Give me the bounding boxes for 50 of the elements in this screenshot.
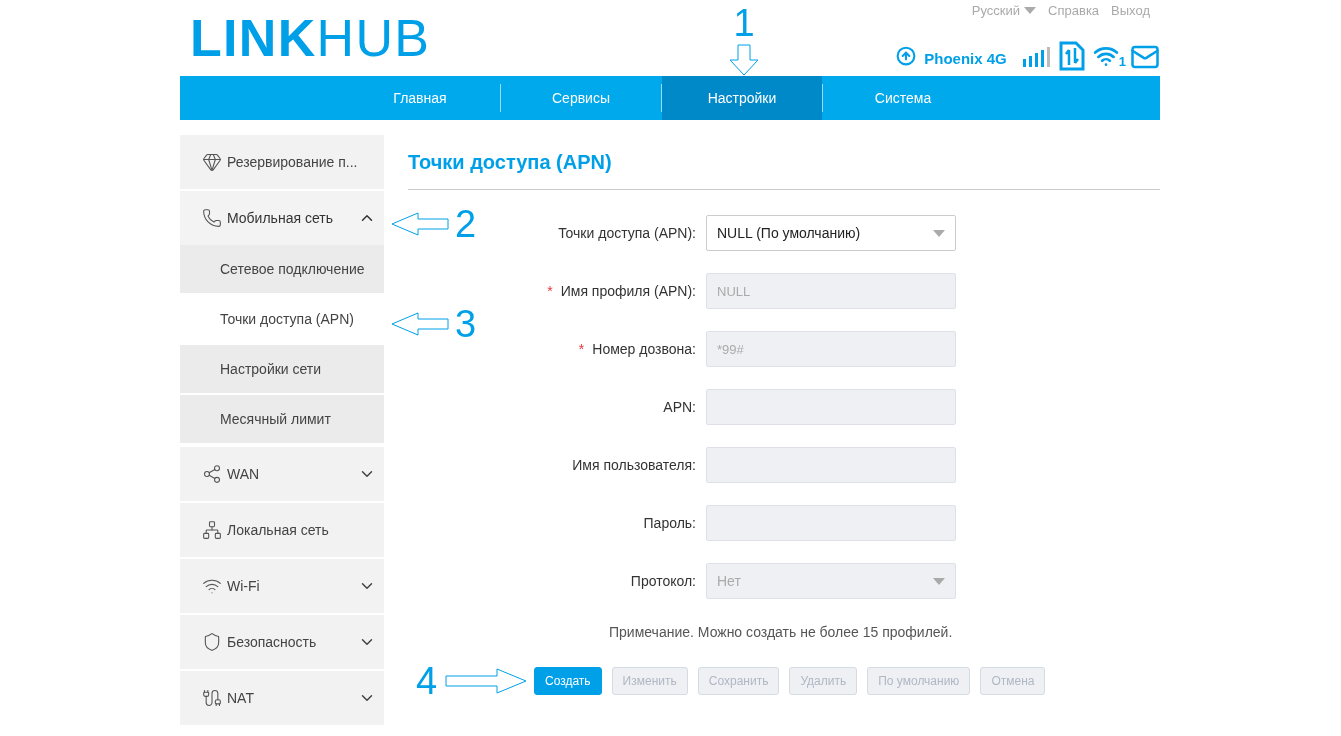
operator-name: Phoenix 4G [924,49,1007,69]
wifi-client-count: 1 [1118,53,1126,71]
sidebar-item[interactable]: Резервирование п... [180,135,384,189]
sidebar-item[interactable]: Локальная сеть [180,503,384,557]
field-label: Имя пользователя: [572,455,696,475]
caret-icon [933,229,945,237]
left-arrow [391,212,449,236]
annotation-number: 1 [733,4,755,42]
cable-icon [202,688,222,708]
field-label: Пароль: [643,513,696,533]
annotation-number: 4 [416,662,438,700]
sidebar-item[interactable]: Мобильная сеть [180,191,384,245]
caret-icon [1024,7,1037,15]
language-dropdown[interactable]: Русский [971,1,1037,21]
action-button[interactable]: Создать [534,667,602,695]
phone-icon [202,208,222,228]
sidebar-item[interactable]: NAT [180,671,384,725]
sidebar-subitem[interactable]: Настройки сети [180,345,384,393]
down-arrow [729,44,759,76]
sidebar-item[interactable]: WAN [180,447,384,501]
field-label: * Номер дозвона: [578,339,696,359]
left-arrow [391,312,449,336]
sidebar-item[interactable]: Безопасность [180,615,384,669]
sim-card-icon [1058,40,1085,71]
page-title: Точки доступа (APN) [408,135,1160,190]
note-text: Примечание. Можно создать не более 15 профилей. [609,623,954,642]
nav-tab[interactable]: Сервисы [501,76,661,120]
nav-tab[interactable]: Система [823,76,983,120]
gem-icon [202,152,222,172]
upload-icon [896,45,917,66]
nav-tab[interactable]: Настройки [662,76,822,120]
sidebar-subitem[interactable]: Месячный лимит [180,395,384,443]
field-label: Точки доступа (APN): [558,223,696,243]
signal-icon [1022,46,1051,69]
share-icon [202,464,222,484]
field-label: APN: [663,397,696,417]
field-label: * Имя профиля (APN): [547,281,696,301]
sidebar-subitem[interactable]: Сетевое подключение [180,245,384,293]
header-link[interactable]: Справка [1048,1,1100,21]
network-icon [202,520,222,540]
header-link[interactable]: Выход [1111,1,1150,21]
annotation-number: 3 [455,305,477,343]
shield-icon [202,632,222,652]
nav-tab[interactable]: Главная [340,76,500,120]
select-field[interactable]: NULL (По умолчанию) [706,215,956,251]
annotation-number: 2 [455,205,477,243]
field-label: Протокол: [630,571,696,591]
caret-icon [933,577,945,585]
sidebar-item[interactable]: Wi-Fi [180,559,384,613]
logo: LINKHUB [190,12,431,69]
